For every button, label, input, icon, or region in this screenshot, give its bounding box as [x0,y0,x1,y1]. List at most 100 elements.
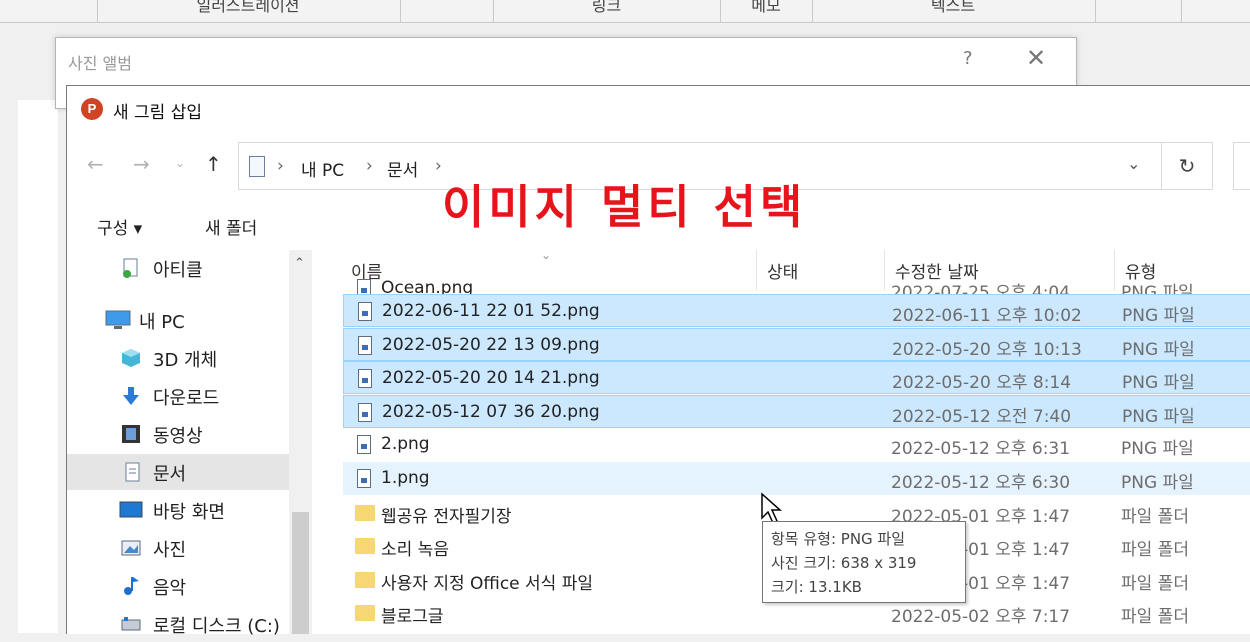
file-info-tooltip: 항목 유형: PNG 파일 사진 크기: 638 x 319 크기: 13.1K… [762,521,966,603]
insert-picture-dialog: P 새 그림 삽입 ← → ⌄ ↑ › 내 PC › 문서 › ⌄ ↻ 이미지 … [66,85,1250,637]
ribbon-group-text[interactable]: 텍스트 [812,0,1093,22]
navigation-pane: 아티클 내 PC 3D 개체 다운로드 동영상 문서 바탕 화면 사진 음악 로… [67,250,312,637]
file-row[interactable]: 2022-05-20 20 14 21.png 2022-05-20 오후 8:1… [343,361,1250,395]
ribbon-spacer [1095,0,1180,22]
sort-chevron-icon: ⌄ [541,250,552,262]
nav-item-videos[interactable]: 동영상 [67,416,289,452]
file-row[interactable]: 1.png 2022-05-12 오후 6:30 PNG 파일 [343,462,1250,495]
nav-item-label: 바탕 화면 [153,502,225,523]
file-type: PNG 파일 [1122,306,1195,326]
file-type: PNG 파일 [1121,439,1194,460]
folder-icon [355,571,375,588]
breadcrumb-item[interactable]: 문서 [387,156,418,181]
tooltip-line: 크기: 13.1KB [771,578,862,596]
help-button[interactable]: ? [963,48,973,69]
pane-splitter[interactable] [312,250,319,634]
nav-item-label: 동영상 [153,426,203,447]
ribbon-group-memo[interactable]: 메모 [720,0,811,22]
document-icon [125,462,140,482]
file-date: 2022-05-20 오후 10:13 [892,339,1082,360]
close-button[interactable]: ✕ [1026,44,1046,72]
nav-item-label: 사진 [153,540,187,561]
file-type: 파일 폴더 [1121,506,1189,527]
pc-icon [105,310,131,329]
nav-item-label: 3D 개체 [153,350,218,371]
file-type: PNG 파일 [1121,473,1194,493]
refresh-button[interactable]: ↻ [1161,142,1213,190]
file-name: 웹공유 전자필기장 [381,506,512,527]
png-file-icon [358,335,372,355]
file-name: 사용자 지정 Office 서식 파일 [381,573,593,594]
ribbon-group-illustration[interactable]: 일러스트레이션 [97,0,398,22]
ribbon-spacer [1181,0,1250,22]
ribbon-label: 링크 [591,0,622,15]
file-name: 2.png [381,434,430,455]
nav-item-downloads[interactable]: 다운로드 [67,378,289,414]
nav-scrollbar[interactable]: ⌃ [289,250,312,634]
music-icon [124,577,139,595]
nav-item-label: 음악 [153,578,187,599]
command-bar: 구성 ▾ 새 폴더 [67,206,1250,250]
nav-item-desktop[interactable]: 바탕 화면 [67,492,289,528]
desktop-icon [119,501,143,518]
breadcrumb-separator-icon: › [277,156,284,176]
nav-item-this-pc[interactable]: 내 PC [67,302,289,338]
nav-item-pictures[interactable]: 사진 [67,530,289,566]
file-row[interactable]: 2022-05-12 07 36 20.png 2022-05-12 오전 7:4… [343,394,1250,428]
nav-item-documents[interactable]: 문서 [67,454,289,490]
file-date: 2022-05-12 오전 7:40 [892,406,1072,427]
nav-item-label: 다운로드 [153,388,220,409]
download-icon [123,387,139,405]
scrollbar-thumb[interactable] [292,512,309,634]
nav-item-article[interactable]: 아티클 [67,250,289,286]
nav-item-music[interactable]: 음악 [67,568,289,604]
cube-icon [122,349,140,367]
dialog-title: 새 그림 삽입 [113,103,203,123]
pictures-icon [121,540,141,556]
up-button[interactable]: ↑ [205,152,222,176]
file-name: 2022-05-20 20 14 21.png [382,368,600,389]
nav-item-local-disk[interactable]: 로컬 디스크 (C:) [67,606,289,642]
file-name: 2022-06-11 22 01 52.png [382,301,600,321]
ribbon-label: 메모 [751,0,781,15]
ribbon-group-link[interactable]: 링크 [493,0,719,22]
back-button[interactable]: ← [87,152,104,176]
organize-button[interactable]: 구성 ▾ [97,214,142,239]
forward-button[interactable]: → [133,152,150,176]
album-title: 사진 앨범 [68,54,132,73]
file-row[interactable]: 2022-05-20 22 13 09.png 2022-05-20 오후 10:… [343,327,1250,361]
file-date: 2022-06-11 오후 10:02 [892,306,1082,326]
new-folder-button[interactable]: 새 폴더 [205,214,257,239]
file-type: 파일 폴더 [1121,607,1189,628]
breadcrumb-separator-icon: › [435,156,442,176]
file-name: 2022-05-12 07 36 20.png [382,401,600,422]
png-file-icon [358,402,372,422]
file-type: PNG 파일 [1122,339,1195,360]
png-file-icon [358,369,372,389]
file-type: PNG 파일 [1122,373,1195,394]
ribbon-label: 일러스트레이션 [196,0,300,15]
chevron-up-icon[interactable]: ⌃ [294,256,305,271]
file-date: 2022-05-02 오후 7:17 [891,607,1071,628]
breadcrumb-item[interactable]: 내 PC [301,156,344,181]
document-icon [249,156,265,177]
search-input[interactable] [1233,142,1250,190]
background-document [18,100,58,633]
nav-item-3d-objects[interactable]: 3D 개체 [67,340,289,376]
file-name: 1.png [381,468,430,488]
file-row[interactable]: 2022-06-11 22 01 52.png 2022-06-11 오후 10:… [343,294,1250,327]
ribbon-strip: 일러스트레이션 링크 메모 텍스트 [0,0,1250,23]
folder-icon [355,538,375,555]
file-row[interactable]: 2.png 2022-05-12 오후 6:31 PNG 파일 [343,428,1250,461]
tooltip-line: 항목 유형: PNG 파일 [771,530,906,548]
document-sync-icon [123,258,138,278]
png-file-icon [358,302,372,321]
nav-item-label: 아티클 [153,260,203,281]
file-name: 2022-05-20 22 13 09.png [382,334,600,355]
file-date: 2022-05-20 오후 8:14 [892,373,1072,394]
tooltip-line: 사진 크기: 638 x 319 [771,554,917,572]
chevron-down-icon[interactable]: ⌄ [1127,154,1140,173]
recent-locations-chevron-icon[interactable]: ⌄ [175,156,185,170]
dialog-titlebar: P 새 그림 삽입 [67,86,1250,130]
breadcrumb-separator-icon: › [366,156,373,176]
